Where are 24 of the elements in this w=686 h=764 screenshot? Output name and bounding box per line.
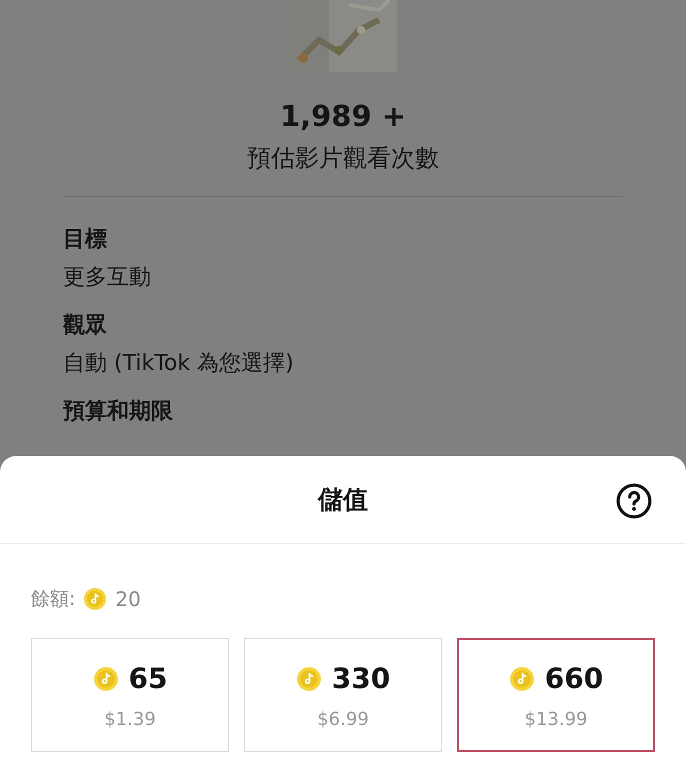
coin-icon [508,666,535,692]
section-value: 更多互動 [63,264,152,292]
view-count: 1,989 + [280,98,406,134]
coin-package[interactable]: 660 $13.99 [457,638,655,752]
balance-amount: 20 [115,586,141,613]
section-heading: 目標 [63,226,108,254]
sheet-title: 儲值 [318,484,368,516]
coin-icon [92,666,119,692]
coin-package[interactable]: 330 $6.99 [244,638,442,752]
coin-amount: 65 [128,660,168,696]
coin-icon [296,666,322,692]
package-price: $13.99 [524,708,588,732]
section-value: 自動 (TikTok 為您選擇) [63,350,295,378]
coin-amount: 330 [332,660,390,696]
view-count-label: 預估影片觀看次數 [247,143,439,174]
balance-label: 餘額: [31,586,76,612]
coin-package[interactable]: 65 $1.39 [31,638,229,752]
package-price: $6.99 [317,708,369,732]
section-heading: 預算和期限 [63,398,174,426]
coin-icon [83,587,108,611]
package-price: $1.39 [104,708,156,732]
coin-amount: 660 [544,660,604,696]
section-heading: 觀眾 [63,312,108,340]
help-icon[interactable] [615,482,653,520]
